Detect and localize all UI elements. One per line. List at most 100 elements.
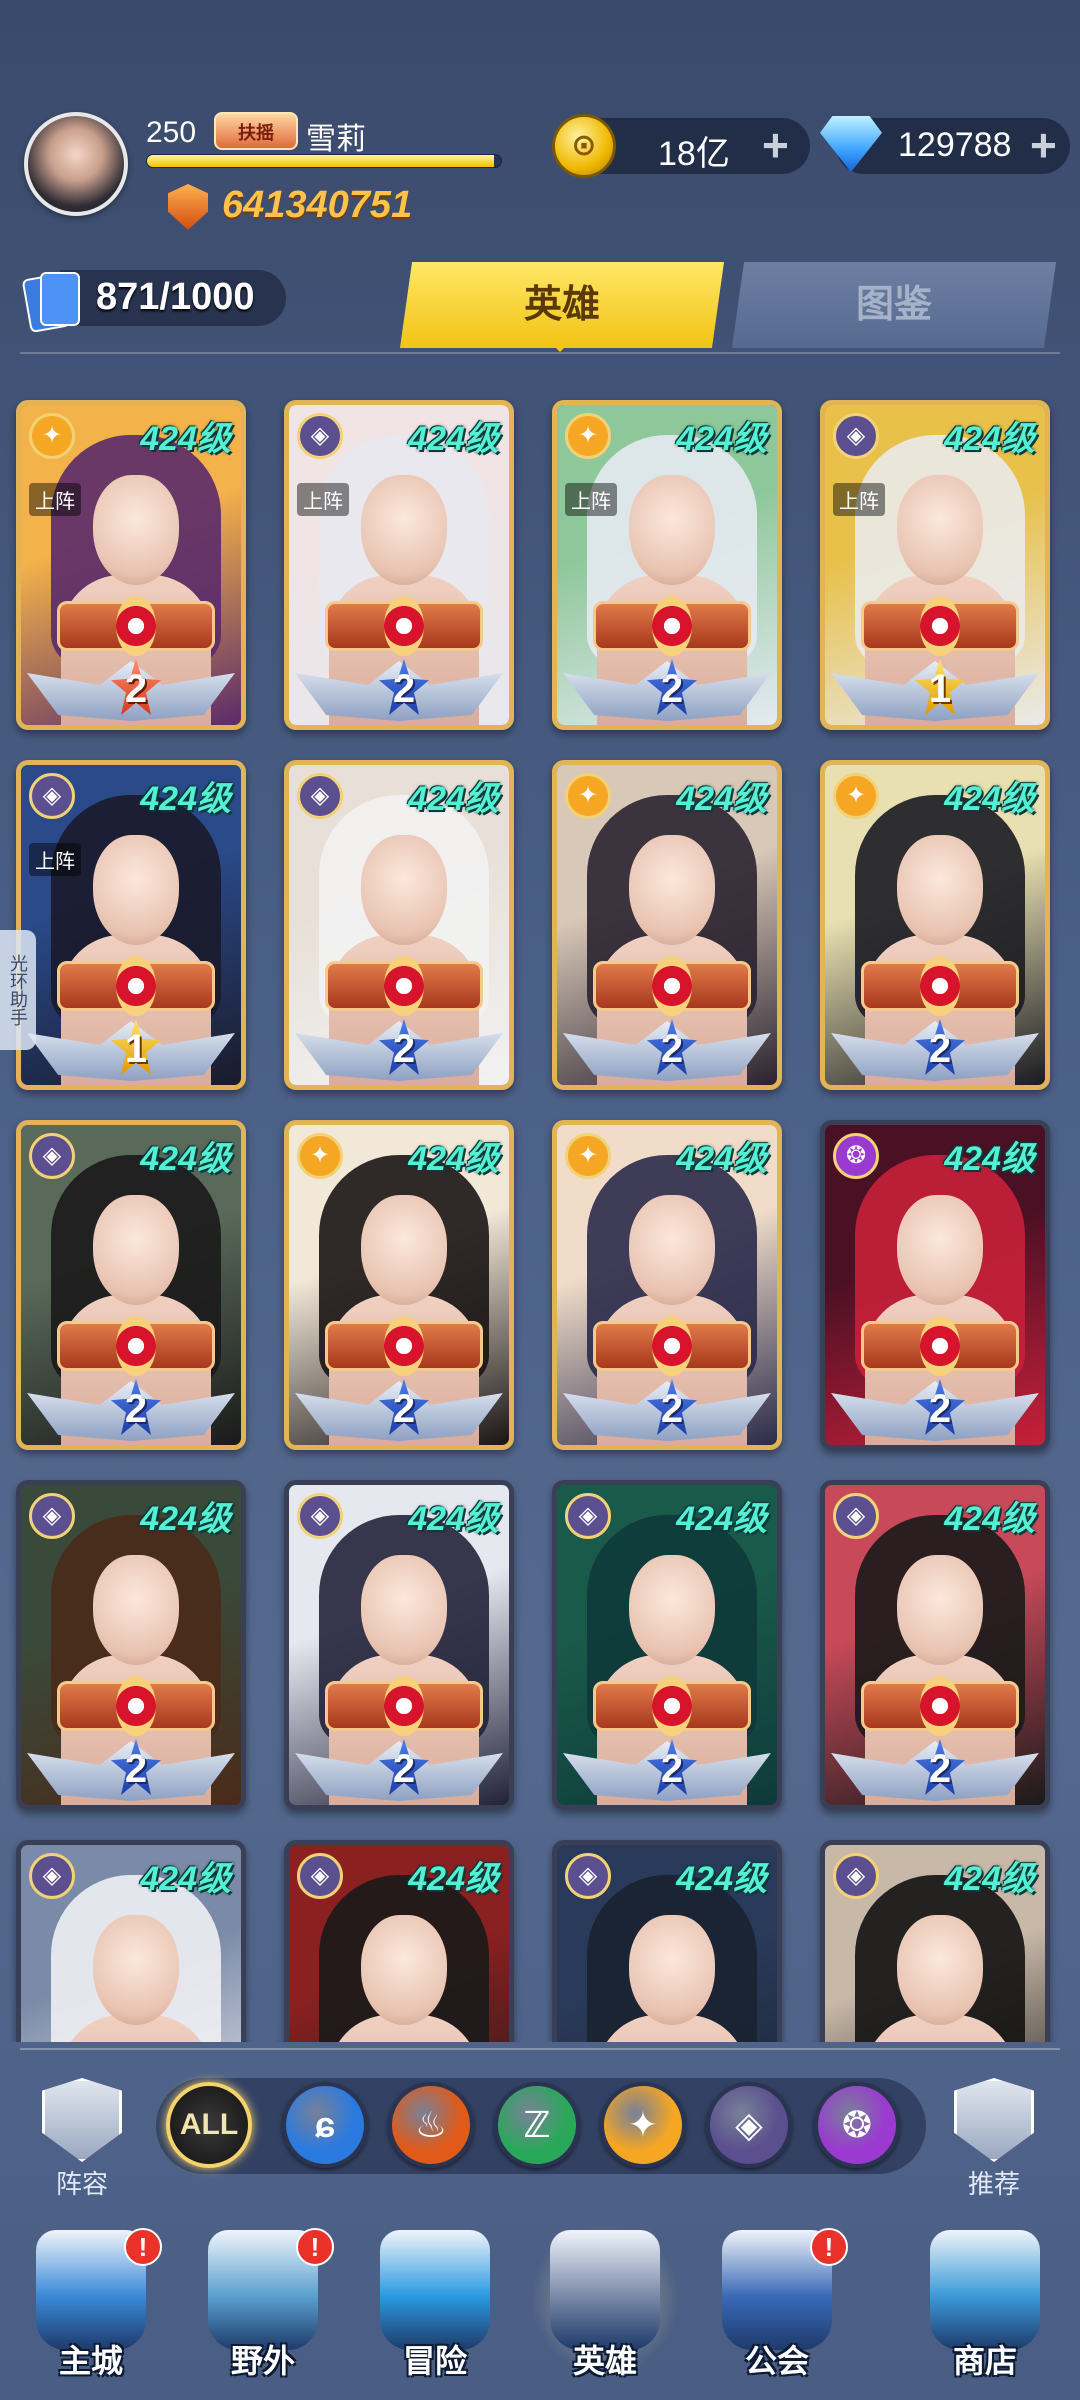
- recommend-label: 推荐: [967, 2169, 1020, 2199]
- hero-card[interactable]: ◈ 424级 2: [284, 760, 514, 1090]
- void-faction-icon: ◈: [297, 1853, 343, 1899]
- hero-card[interactable]: ◈ 424级 2: [16, 1480, 246, 1810]
- add-gold-button[interactable]: +: [762, 122, 789, 168]
- hero-card[interactable]: ◈ 424级 2: [820, 1480, 1050, 1810]
- filter-arcane-icon[interactable]: ❂: [814, 2082, 900, 2168]
- recommend-button[interactable]: 推荐: [946, 2078, 1042, 2201]
- deployed-tag: 上阵: [833, 483, 885, 516]
- deployed-tag: 上阵: [29, 483, 81, 516]
- hero-level: 424级: [676, 420, 767, 458]
- lineup-button[interactable]: 阵容: [34, 2078, 130, 2201]
- add-diamond-button[interactable]: +: [1030, 122, 1057, 168]
- tab-gallery-label: 图鉴: [855, 284, 932, 326]
- hero-card[interactable]: ❂ 424级 2: [820, 1120, 1050, 1450]
- power-icon: [168, 184, 208, 230]
- nav-wild[interactable]: 野外!: [188, 2228, 338, 2400]
- filter-wind-icon[interactable]: ℤ: [494, 2082, 580, 2168]
- void-faction-icon: ◈: [833, 1493, 879, 1539]
- hero-card[interactable]: ✦ 424级 2: [552, 1120, 782, 1450]
- hero-card[interactable]: ◈ 424级 2: [552, 1480, 782, 1810]
- hero-card[interactable]: ◈ 424级: [16, 1840, 246, 2042]
- exp-bar-fill: [147, 155, 494, 167]
- rank-emblem-icon: [57, 596, 215, 656]
- hero-card[interactable]: ✦ 424级 2: [284, 1120, 514, 1450]
- hero-count: 871/1000: [96, 276, 255, 318]
- hero-level: 424级: [944, 1500, 1035, 1538]
- hero-card[interactable]: ◈ 424级: [820, 1840, 1050, 2042]
- hero-level: 424级: [140, 1860, 231, 1898]
- light-faction-icon: ✦: [565, 1133, 611, 1179]
- rank-emblem-icon: [325, 1676, 483, 1736]
- hero-card[interactable]: ◈ 424级 上阵 1: [16, 760, 246, 1090]
- tab-heroes[interactable]: 英雄: [399, 262, 725, 348]
- void-faction-icon: ◈: [297, 413, 343, 459]
- hero-card[interactable]: ✦ 424级 上阵 2: [552, 400, 782, 730]
- arcane-faction-icon: ❂: [833, 1133, 879, 1179]
- rank-emblem-icon: [593, 956, 751, 1016]
- light-faction-icon: ✦: [565, 413, 611, 459]
- hero-level: 424级: [676, 1500, 767, 1538]
- void-faction-icon: ◈: [833, 1853, 879, 1899]
- hero-level: 424级: [408, 1500, 499, 1538]
- gold-amount: 18亿: [658, 135, 730, 173]
- hero-card[interactable]: ◈ 424级 上阵 1: [820, 400, 1050, 730]
- rank-emblem-icon: [57, 1676, 215, 1736]
- filter-all-button[interactable]: ALL: [166, 2082, 252, 2168]
- rank-emblem-icon: [325, 1316, 483, 1376]
- nav-label: 主城: [58, 2343, 123, 2379]
- nav-shop[interactable]: 商店: [910, 2230, 1060, 2400]
- hero-card[interactable]: ◈ 424级 上阵 2: [284, 400, 514, 730]
- hero-card[interactable]: ◈ 424级 2: [16, 1120, 246, 1450]
- rank-emblem-icon: [593, 1316, 751, 1376]
- rank-emblem-icon: [57, 1316, 215, 1376]
- thumbs-up-icon: [954, 2078, 1034, 2162]
- nav-adventure[interactable]: 冒险: [360, 2230, 510, 2400]
- hero-level: 424级: [140, 1500, 231, 1538]
- void-faction-icon: ◈: [29, 1133, 75, 1179]
- notification-badge: !: [810, 2228, 848, 2266]
- filter-light-icon[interactable]: ✦: [600, 2082, 686, 2168]
- hero-card[interactable]: ◈ 424级 2: [284, 1480, 514, 1810]
- void-faction-icon: ◈: [29, 773, 75, 819]
- deployed-tag: 上阵: [297, 483, 349, 516]
- filter-fire-icon[interactable]: ♨: [388, 2082, 474, 2168]
- hero-card[interactable]: ✦ 424级 2: [552, 760, 782, 1090]
- helper-side-tab[interactable]: 光环助手: [0, 930, 36, 1050]
- filter-void-icon[interactable]: ◈: [706, 2082, 792, 2168]
- player-avatar[interactable]: [24, 112, 128, 216]
- hero-level: 424级: [140, 780, 231, 818]
- nav-hero[interactable]: 英雄: [530, 2224, 680, 2400]
- hero-cards-icon: [21, 268, 82, 334]
- gold-coin-icon: ⊙: [552, 114, 616, 178]
- light-faction-icon: ✦: [297, 1133, 343, 1179]
- lineup-shield-icon: [42, 2078, 122, 2162]
- rank-emblem-icon: [861, 956, 1019, 1016]
- hero-card[interactable]: ✦ 424级 2: [820, 760, 1050, 1090]
- tab-gallery[interactable]: 图鉴: [731, 262, 1057, 348]
- hero-level: 424级: [944, 1140, 1035, 1178]
- hero-card[interactable]: ◈ 424级: [552, 1840, 782, 2042]
- light-faction-icon: ✦: [29, 413, 75, 459]
- hero-grid: ✦ 424级 上阵 2 ◈ 424级 上阵 2 ✦ 424级 上阵 2 ◈ 424级 上阵 1 ◈ 424级 上阵 1…: [0, 392, 1080, 2042]
- notification-badge: !: [124, 2228, 162, 2266]
- rank-emblem-icon: [593, 596, 751, 656]
- nav-guild[interactable]: 公会!: [702, 2228, 852, 2400]
- rank-emblem-icon: [861, 596, 1019, 656]
- hero-level: 424级: [408, 420, 499, 458]
- filter-water-icon[interactable]: ɕ: [282, 2082, 368, 2168]
- nav-label: 商店: [952, 2343, 1017, 2379]
- nav-label: 公会: [744, 2343, 809, 2379]
- rank-emblem-icon: [325, 956, 483, 1016]
- hero-level: 424级: [676, 1140, 767, 1178]
- nav-label: 英雄: [572, 2343, 637, 2379]
- hero-level: 424级: [408, 780, 499, 818]
- divider: [20, 2048, 1060, 2050]
- active-tab-indicator: [552, 344, 568, 352]
- hero-card[interactable]: ✦ 424级 上阵 2: [16, 400, 246, 730]
- nav-main-city[interactable]: 主城!: [16, 2228, 166, 2400]
- shop-icon: [930, 2230, 1040, 2350]
- hero-card[interactable]: ◈ 424级: [284, 1840, 514, 2042]
- combat-power: 641340751: [222, 184, 413, 226]
- hero-level: 424级: [408, 1140, 499, 1178]
- divider: [20, 352, 1060, 354]
